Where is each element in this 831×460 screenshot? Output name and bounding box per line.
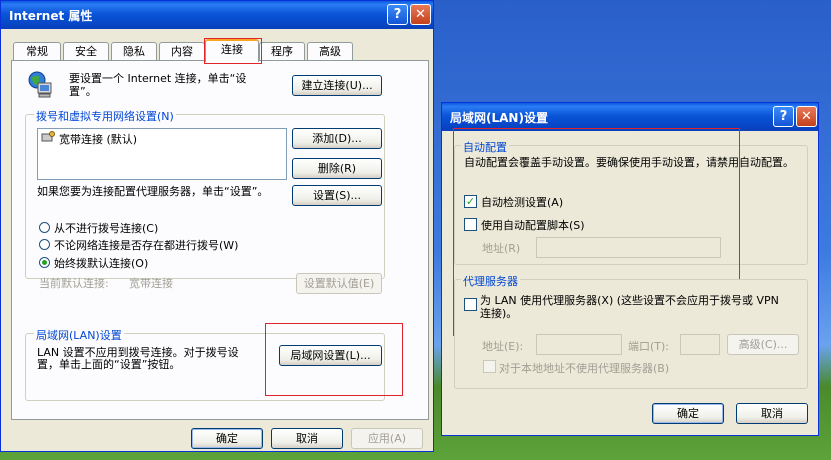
- proxy-port-label: 端口(T):: [628, 340, 670, 353]
- lan-window-title: 局域网(LAN)设置: [450, 111, 548, 125]
- lan-close-button[interactable]: ✕: [796, 106, 817, 127]
- internet-properties-titlebar[interactable]: Internet 属性 ? ✕: [1, 1, 433, 29]
- proxy-label[interactable]: 为 LAN 使用代理服务器(X) (这些设置不会应用于拨号或 VPN 连接)。: [480, 294, 790, 320]
- advanced-button[interactable]: 高级(C)...: [727, 334, 799, 355]
- radio-never-dial-label[interactable]: 从不进行拨号连接(C): [54, 220, 158, 236]
- connection-name: 宽带连接 (默认): [59, 133, 138, 146]
- radio-never-dial[interactable]: [39, 222, 50, 233]
- tab-content[interactable]: 内容: [159, 42, 205, 61]
- globe-computer-icon: [28, 71, 54, 99]
- current-default-value: 宽带连接: [129, 277, 173, 290]
- proxy-checkbox[interactable]: [464, 298, 477, 311]
- lan-ok-button[interactable]: 确定: [652, 403, 724, 424]
- lan-text: LAN 设置不应用到拨号连接。对于拨号设置，单击上面的“设置”按钮。: [37, 346, 239, 371]
- radio-dial-no-network[interactable]: [39, 239, 50, 250]
- help-button[interactable]: ?: [387, 4, 408, 25]
- settings-button[interactable]: 设置(S)...: [292, 185, 382, 206]
- dialup-group-label: 拨号和虚拟专用网络设置(N): [34, 108, 176, 124]
- lan-group-label: 局域网(LAN)设置: [34, 327, 124, 343]
- proxy-address-field[interactable]: [536, 334, 622, 355]
- lan-help-button[interactable]: ?: [773, 106, 794, 127]
- internet-properties-window: Internet 属性 ? ✕ 常规 安全 隐私 内容 连接 程序 高级 要设置…: [0, 0, 434, 452]
- remove-button[interactable]: 删除(R): [292, 158, 382, 179]
- radio-always-dial[interactable]: [39, 257, 50, 268]
- add-button[interactable]: 添加(D)...: [292, 128, 382, 149]
- radio-always-dial-label[interactable]: 始终拨默认连接(O): [54, 255, 148, 271]
- set-default-button[interactable]: 设置默认值(E): [296, 273, 382, 294]
- current-default-label: 当前默认连接:: [39, 277, 109, 290]
- tab-advanced[interactable]: 高级: [307, 42, 353, 61]
- cancel-button[interactable]: 取消: [271, 428, 343, 449]
- tab-programs[interactable]: 程序: [259, 42, 305, 61]
- lan-cancel-button[interactable]: 取消: [736, 403, 808, 424]
- tab-privacy[interactable]: 隐私: [111, 42, 157, 61]
- settings-text: 如果您要为连接配置代理服务器，单击“设置”。: [37, 185, 269, 198]
- broadband-icon: [41, 131, 55, 143]
- window-title: Internet 属性: [9, 9, 93, 23]
- radio-dial-no-network-label[interactable]: 不论网络连接是否存在都进行拨号(W): [54, 237, 238, 253]
- lan-settings-window: 局域网(LAN)设置 ? ✕ 自动配置 自动配置会覆盖手动设置。要确保使用手动设…: [441, 102, 819, 436]
- close-button[interactable]: ✕: [410, 4, 431, 25]
- tab-general[interactable]: 常规: [13, 42, 61, 61]
- connections-list[interactable]: 宽带连接 (默认): [37, 128, 287, 180]
- lan-settings-titlebar[interactable]: 局域网(LAN)设置 ? ✕: [442, 103, 818, 131]
- setup-text: 要设置一个 Internet 连接，单击“设置”。: [69, 72, 247, 98]
- setup-button[interactable]: 建立连接(U)...: [292, 75, 382, 96]
- tab-highlight-box: [204, 38, 262, 64]
- bypass-local-checkbox[interactable]: [483, 360, 496, 373]
- tab-security[interactable]: 安全: [63, 42, 109, 61]
- bypass-local-label[interactable]: 对于本地地址不使用代理服务器(B): [499, 360, 669, 376]
- proxy-port-field[interactable]: [680, 334, 720, 355]
- lan-button-highlight-box: [265, 323, 403, 396]
- apply-button[interactable]: 应用(A): [351, 428, 423, 449]
- proxy-address-label: 地址(E):: [482, 340, 524, 353]
- proxy-group-label: 代理服务器: [461, 273, 520, 289]
- ok-button[interactable]: 确定: [191, 428, 263, 449]
